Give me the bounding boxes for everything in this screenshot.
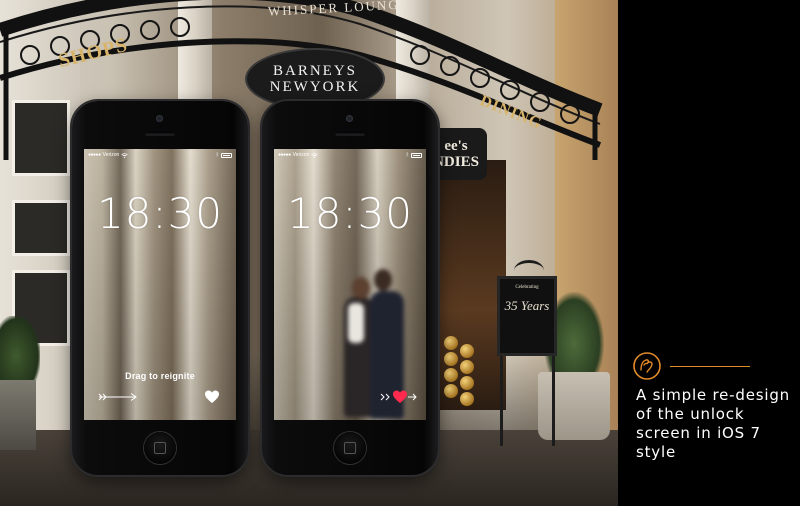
carrier-label: Verizon	[292, 152, 310, 158]
barneys-line2: NEWYORK	[269, 79, 361, 95]
wifi-icon	[121, 152, 129, 158]
candies-line1: ee's	[444, 138, 468, 154]
info-panel: A simple re-design of the unlock screen …	[618, 0, 800, 506]
signal-dots-icon: ●●●●●	[278, 152, 291, 158]
iphone-right: ●●●●● Verizon ᛒ 18:30	[262, 101, 438, 475]
wifi-icon	[311, 152, 319, 158]
battery-icon	[411, 152, 422, 158]
lock-clock: 18:30	[96, 189, 224, 238]
home-button[interactable]	[334, 432, 366, 464]
easel-big-text: 35 Years	[504, 298, 550, 313]
unlock-slider[interactable]	[98, 389, 226, 405]
arrow-right-icon	[98, 393, 137, 401]
easel-leg	[500, 350, 503, 446]
lock-clock: 18:30	[286, 189, 414, 238]
accent-divider	[670, 366, 750, 367]
gold-ball-display	[440, 330, 490, 410]
signal-dots-icon: ●●●●●	[88, 152, 101, 158]
barneys-line1: BARNEYS	[272, 63, 357, 79]
lock-screen[interactable]: ●●●●● Verizon ᛒ 18:30 Drag to reignite	[84, 149, 236, 420]
easel-small-text: Celebrating	[515, 285, 539, 290]
status-bar: ●●●●● Verizon ᛒ	[274, 149, 426, 161]
carrier-label: Verizon	[102, 152, 120, 158]
bluetooth-icon: ᛒ	[405, 152, 409, 158]
tagline: A simple re-design of the unlock screen …	[636, 386, 790, 461]
earpiece-speaker	[335, 132, 365, 136]
arrow-right-icon	[408, 393, 417, 401]
urn	[0, 380, 36, 450]
front-camera	[156, 115, 163, 122]
easel-leg	[552, 350, 555, 446]
home-button[interactable]	[144, 432, 176, 464]
easel-board: Celebrating 35 Years	[497, 276, 557, 356]
planter	[538, 372, 610, 440]
status-bar: ●●●●● Verizon ᛒ	[84, 149, 236, 161]
building-window	[12, 200, 70, 256]
front-camera	[346, 115, 353, 122]
bluetooth-icon: ᛒ	[215, 152, 219, 158]
earpiece-speaker	[145, 132, 175, 136]
unlock-prompt: Drag to reignite	[125, 371, 195, 381]
battery-icon	[221, 152, 232, 158]
heart-icon[interactable]	[204, 389, 220, 405]
iphone-left: ●●●●● Verizon ᛒ 18:30 Drag to reignite	[72, 101, 248, 475]
heart-icon[interactable]	[392, 389, 408, 405]
lock-screen[interactable]: ●●●●● Verizon ᛒ 18:30	[274, 149, 426, 420]
candies-line2: NDIES	[433, 154, 479, 170]
unlock-slider[interactable]	[288, 389, 417, 405]
hand-in-circle-icon	[633, 352, 661, 380]
